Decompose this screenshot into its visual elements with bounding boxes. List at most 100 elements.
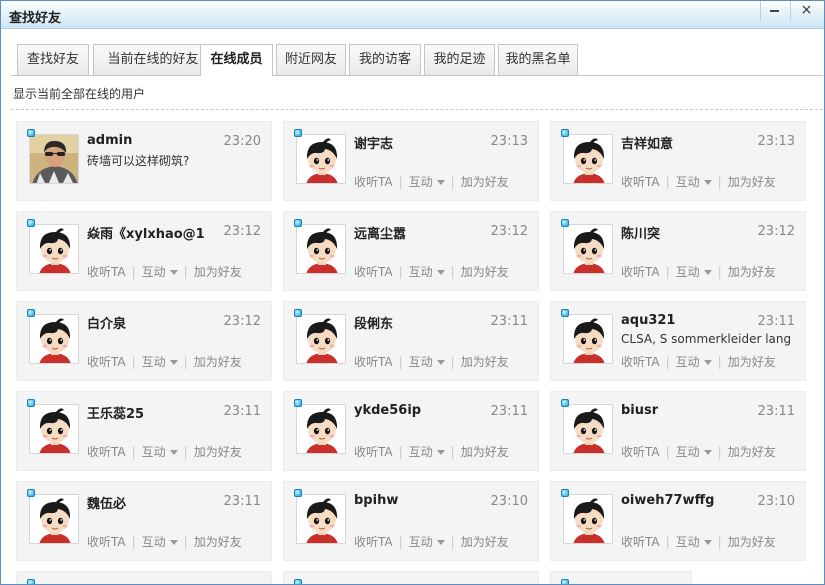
- separator: |: [450, 535, 455, 549]
- separator: |: [131, 445, 136, 459]
- default-avatar[interactable]: [296, 224, 346, 274]
- member-actions: 收听TA | 互动 | 加为好友: [621, 533, 776, 550]
- member-name-link[interactable]: 白介泉: [87, 313, 126, 332]
- interact-label: 互动: [408, 175, 433, 189]
- add-friend-button[interactable]: 加为好友: [461, 265, 509, 279]
- interact-label: 互动: [141, 355, 166, 369]
- add-friend-button[interactable]: 加为好友: [728, 445, 776, 459]
- default-avatar[interactable]: [296, 134, 346, 184]
- member-name-link[interactable]: 吉祥如意: [621, 133, 673, 152]
- listen-button[interactable]: 收听TA: [621, 445, 660, 459]
- add-friend-button[interactable]: 加为好友: [194, 445, 242, 459]
- listen-button[interactable]: 收听TA: [354, 175, 393, 189]
- chevron-down-icon: [436, 360, 445, 365]
- default-avatar[interactable]: [29, 314, 79, 364]
- add-friend-button[interactable]: 加为好友: [728, 535, 776, 549]
- listen-button[interactable]: 收听TA: [621, 175, 660, 189]
- default-avatar[interactable]: [563, 134, 613, 184]
- default-avatar[interactable]: [29, 494, 79, 544]
- listen-button[interactable]: 收听TA: [621, 535, 660, 549]
- listen-button[interactable]: 收听TA: [87, 265, 126, 279]
- add-friend-button[interactable]: 加为好友: [194, 355, 242, 369]
- add-friend-button[interactable]: 加为好友: [461, 355, 509, 369]
- interact-dropdown[interactable]: 互动: [676, 355, 712, 369]
- default-avatar[interactable]: [296, 404, 346, 454]
- member-card: 陈川突 23:12 收听TA | 互动 | 加为好友: [550, 211, 806, 291]
- listen-button[interactable]: 收听TA: [354, 535, 393, 549]
- add-friend-button[interactable]: 加为好友: [461, 445, 509, 459]
- separator: |: [183, 535, 188, 549]
- member-name-link[interactable]: 焱雨《xylxhao@1: [87, 223, 205, 242]
- chevron-down-icon: [703, 270, 712, 275]
- photo-avatar[interactable]: [29, 134, 79, 184]
- interact-dropdown[interactable]: 互动: [676, 175, 712, 189]
- listen-button[interactable]: 收听TA: [354, 445, 393, 459]
- default-avatar[interactable]: [563, 404, 613, 454]
- separator: |: [665, 175, 670, 189]
- listen-button[interactable]: 收听TA: [354, 355, 393, 369]
- interact-dropdown[interactable]: 互动: [142, 355, 178, 369]
- member-name-link[interactable]: 魏伍必: [87, 493, 126, 512]
- interact-dropdown[interactable]: 互动: [409, 535, 445, 549]
- member-card: ykde56ip 23:11 收听TA | 互动 | 加为好友: [283, 391, 539, 471]
- member-name-link[interactable]: biusr: [621, 403, 658, 418]
- default-avatar[interactable]: [29, 224, 79, 274]
- online-status-icon: [294, 129, 302, 137]
- listen-button[interactable]: 收听TA: [87, 355, 126, 369]
- member-card: 焱雨《xylxhao@1 23:12 收听TA | 互动 | 加为好友: [16, 211, 272, 291]
- online-status-icon: [561, 579, 569, 584]
- listen-button[interactable]: 收听TA: [87, 445, 126, 459]
- member-name-link[interactable]: 段俐东: [354, 313, 393, 332]
- add-friend-button[interactable]: 加为好友: [461, 175, 509, 189]
- listen-button[interactable]: 收听TA: [621, 265, 660, 279]
- member-card-partial: [283, 571, 539, 584]
- member-name-link[interactable]: 王乐蕊25: [87, 403, 144, 422]
- interact-dropdown[interactable]: 互动: [676, 535, 712, 549]
- member-name-link[interactable]: 远离尘嚣: [354, 223, 406, 242]
- online-status-icon: [561, 219, 569, 227]
- listen-button[interactable]: 收听TA: [87, 535, 126, 549]
- default-avatar[interactable]: [296, 314, 346, 364]
- add-friend-button[interactable]: 加为好友: [728, 355, 776, 369]
- default-avatar[interactable]: [563, 224, 613, 274]
- interact-dropdown[interactable]: 互动: [409, 175, 445, 189]
- add-friend-button[interactable]: 加为好友: [461, 535, 509, 549]
- member-name-link[interactable]: bpihw: [354, 493, 398, 508]
- add-friend-button[interactable]: 加为好友: [194, 535, 242, 549]
- interact-dropdown[interactable]: 互动: [142, 445, 178, 459]
- separator: |: [717, 535, 722, 549]
- add-friend-button[interactable]: 加为好友: [728, 175, 776, 189]
- member-name-link[interactable]: 谢宇志: [354, 133, 393, 152]
- member-actions: 收听TA | 互动 | 加为好友: [87, 263, 242, 280]
- online-time: 23:11: [223, 404, 261, 419]
- separator: |: [717, 445, 722, 459]
- interact-dropdown[interactable]: 互动: [676, 445, 712, 459]
- member-status-message: 砖墙可以这样砌筑?: [87, 154, 190, 168]
- tab-3[interactable]: 在线成员: [200, 44, 273, 76]
- interact-dropdown[interactable]: 互动: [142, 265, 178, 279]
- member-name-link[interactable]: 陈川突: [621, 223, 660, 242]
- separator: |: [398, 265, 403, 279]
- default-avatar[interactable]: [296, 494, 346, 544]
- listen-button[interactable]: 收听TA: [621, 355, 660, 369]
- interact-dropdown[interactable]: 互动: [142, 535, 178, 549]
- add-friend-button[interactable]: 加为好友: [194, 265, 242, 279]
- member-name-link[interactable]: aqu321: [621, 313, 675, 328]
- default-avatar[interactable]: [563, 494, 613, 544]
- member-name-link[interactable]: ykde56ip: [354, 403, 421, 418]
- member-actions: 收听TA | 互动 | 加为好友: [87, 443, 242, 460]
- online-time: 23:13: [490, 134, 528, 149]
- listen-button[interactable]: 收听TA: [354, 265, 393, 279]
- online-time: 23:11: [757, 404, 795, 419]
- interact-dropdown[interactable]: 互动: [409, 355, 445, 369]
- interact-dropdown[interactable]: 互动: [409, 265, 445, 279]
- default-avatar[interactable]: [29, 404, 79, 454]
- member-name-link[interactable]: oiweh77wffg: [621, 493, 714, 508]
- member-name-link[interactable]: admin: [87, 133, 132, 148]
- member-card: 谢宇志 23:13 收听TA | 互动 | 加为好友: [283, 121, 539, 201]
- interact-dropdown[interactable]: 互动: [676, 265, 712, 279]
- interact-dropdown[interactable]: 互动: [409, 445, 445, 459]
- default-avatar[interactable]: [563, 314, 613, 364]
- interact-label: 互动: [408, 355, 433, 369]
- add-friend-button[interactable]: 加为好友: [728, 265, 776, 279]
